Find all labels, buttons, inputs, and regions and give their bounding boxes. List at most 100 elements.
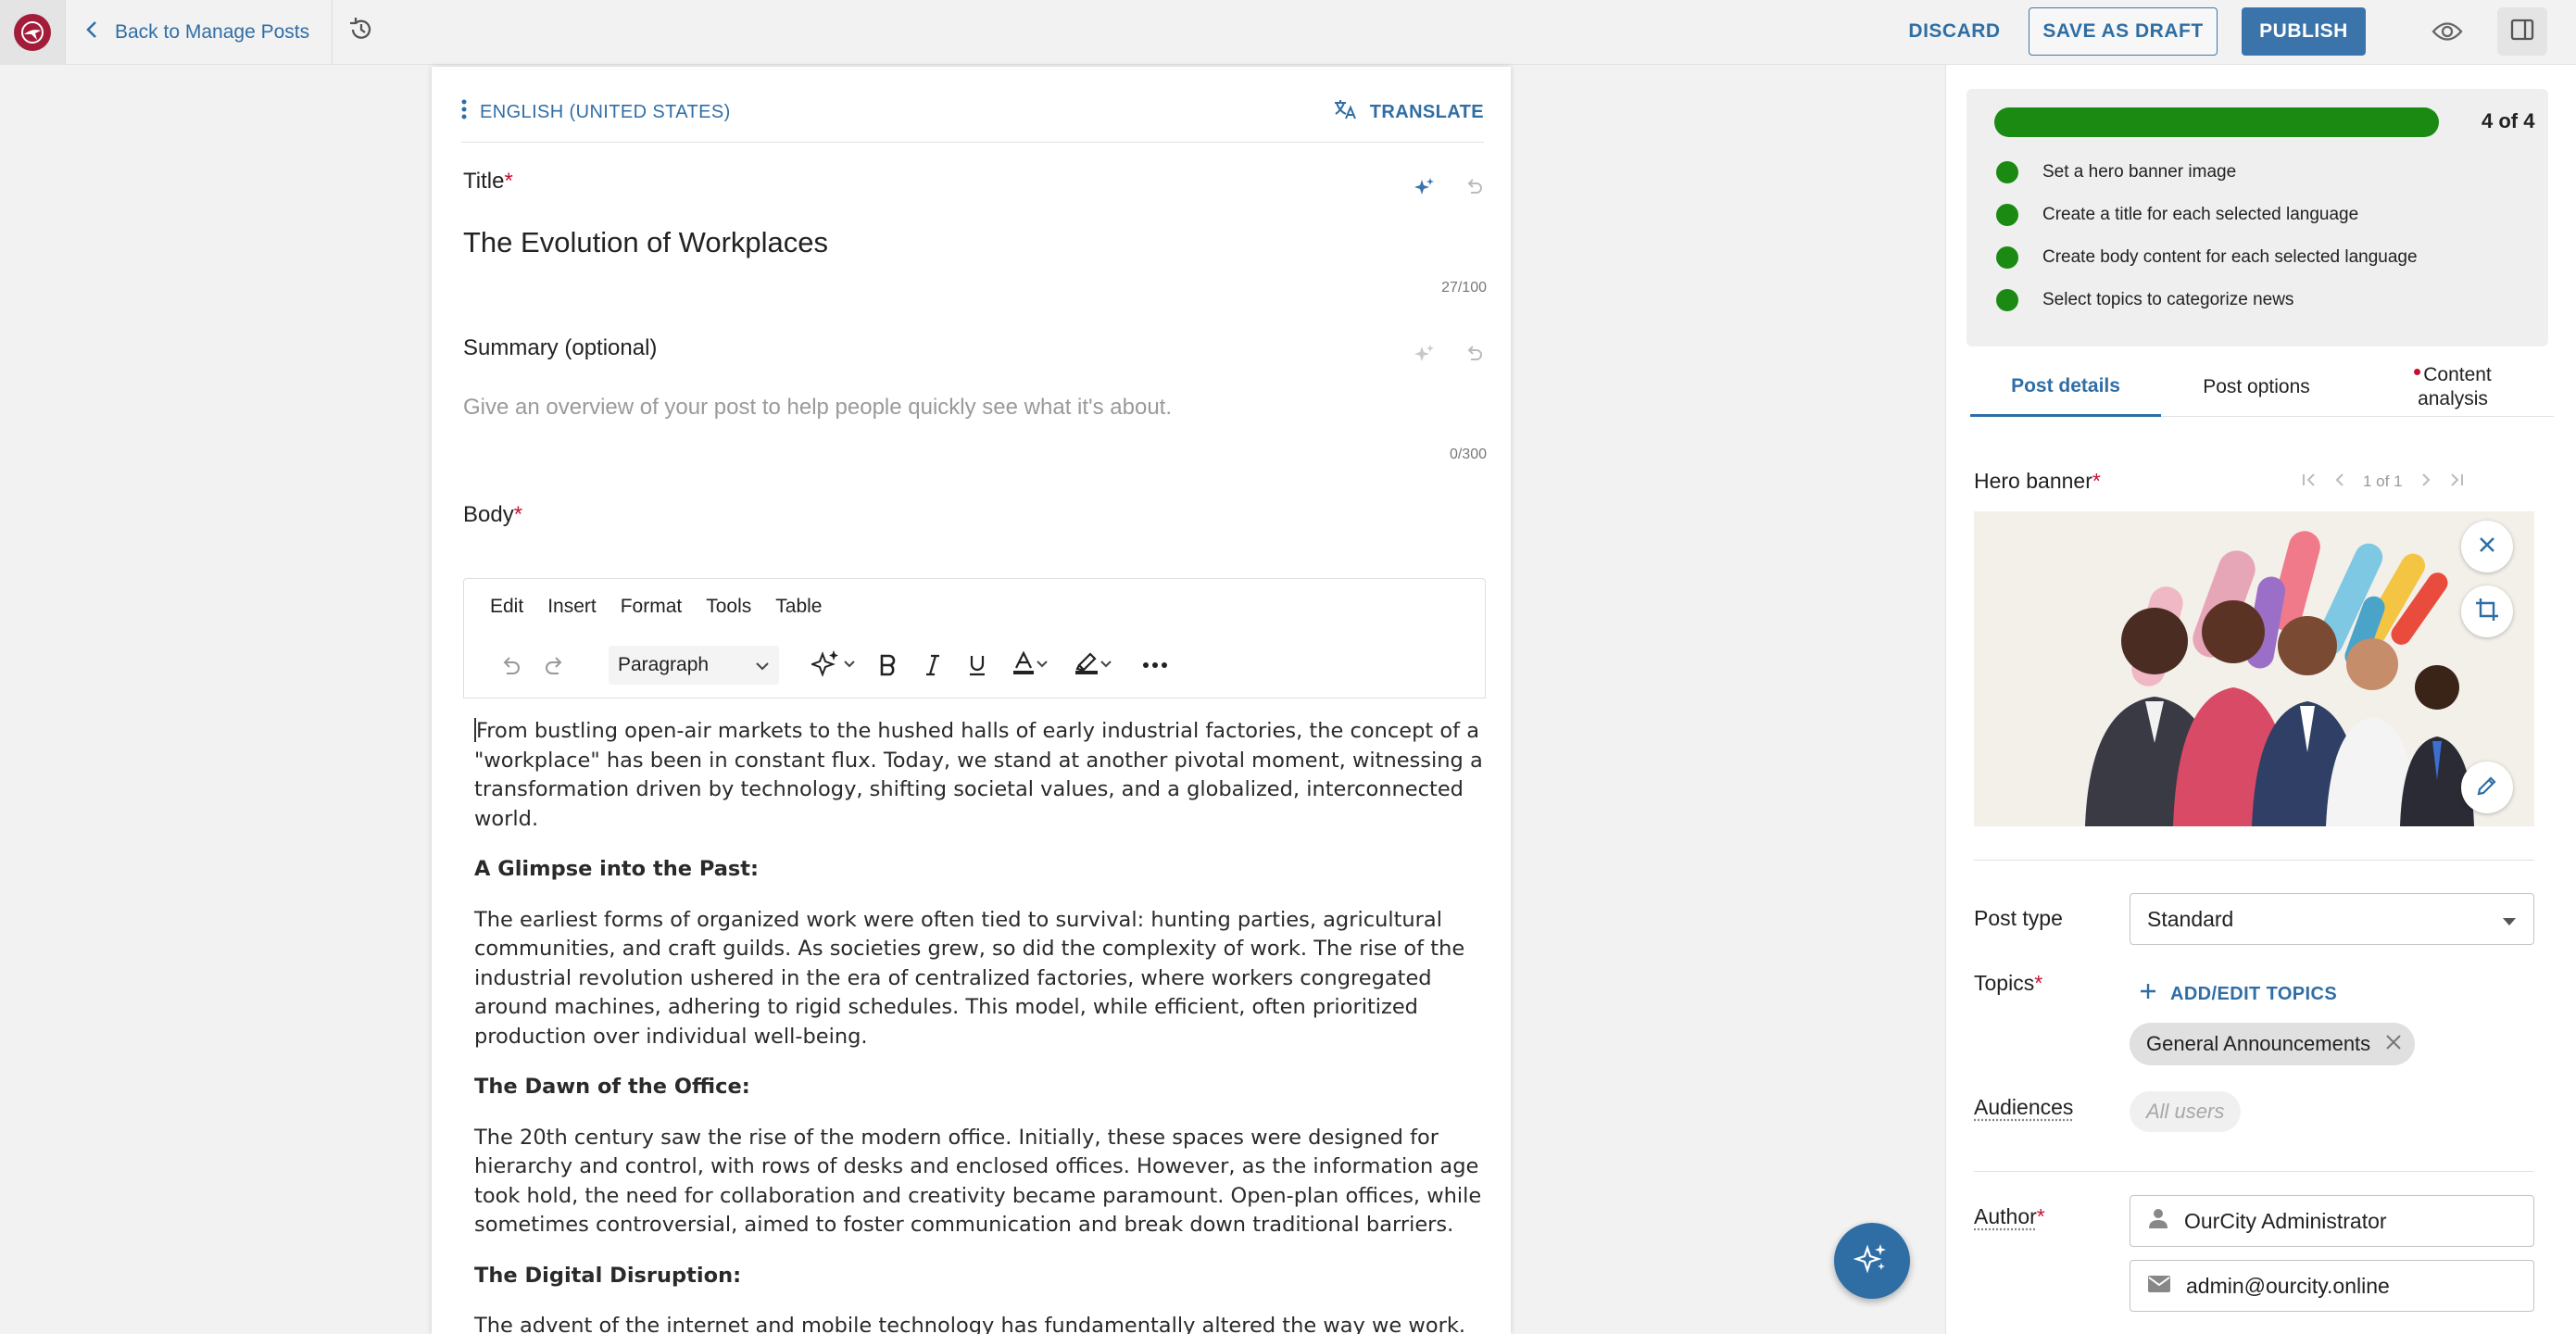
body-label-text: Body: [463, 502, 514, 527]
summary-field-actions: [1413, 343, 1485, 370]
prev-page-icon[interactable]: [2335, 472, 2344, 491]
required-mark: *: [513, 502, 523, 527]
tab-post-options[interactable]: Post options: [2161, 358, 2352, 417]
add-edit-topics-button[interactable]: ADD/EDIT TOPICS: [2139, 982, 2337, 1006]
body-paragraph: The earliest forms of organized work wer…: [474, 907, 1465, 1049]
more-horizontal-icon[interactable]: [1133, 646, 1177, 685]
summary-char-counter: 0/300: [1449, 447, 1487, 462]
highlight-color-dropdown[interactable]: [1061, 646, 1125, 685]
pager-text: 1 of 1: [2363, 472, 2403, 490]
body-paragraph: The 20th century saw the rise of the mod…: [474, 1125, 1482, 1238]
chevron-down-icon: [843, 657, 856, 673]
tab-content-analysis[interactable]: Content analysis: [2352, 358, 2554, 417]
ai-assistant-fab[interactable]: [1834, 1223, 1910, 1299]
menu-tools[interactable]: Tools: [706, 596, 751, 618]
ai-sparkle-icon[interactable]: [1413, 176, 1435, 203]
editor-card: ENGLISH (UNITED STATES) TRANSLATE Title*…: [432, 67, 1511, 1334]
required-mark: *: [2036, 1204, 2045, 1228]
author-email-value: admin@ourcity.online: [2186, 1273, 2390, 1298]
crop-icon: [2475, 598, 2499, 626]
edit-image-button[interactable]: [2461, 761, 2513, 813]
undo-icon[interactable]: [488, 646, 533, 685]
back-link-label: Back to Manage Posts: [115, 21, 310, 43]
body-label: Body*: [463, 502, 522, 528]
formatting-toolbar: Paragraph: [488, 646, 1177, 685]
tab-post-details[interactable]: Post details: [1970, 358, 2161, 417]
checklist-item: Create body content for each selected la…: [1996, 246, 2418, 269]
publish-checklist: 4 of 4 Set a hero banner image Create a …: [1967, 89, 2548, 346]
checklist-item-label: Select topics to categorize news: [2042, 290, 2294, 309]
undo-icon[interactable]: [1463, 343, 1485, 370]
close-icon[interactable]: [2385, 1032, 2402, 1056]
text-color-dropdown[interactable]: [999, 646, 1061, 685]
back-to-manage-posts-link[interactable]: Back to Manage Posts: [85, 0, 309, 65]
hero-banner-label: Hero banner*: [1974, 469, 2101, 494]
block-format-select[interactable]: Paragraph: [609, 646, 779, 685]
first-page-icon[interactable]: [2302, 472, 2317, 491]
tab-content-analysis-label: Content analysis: [2418, 364, 2492, 409]
language-selector[interactable]: ENGLISH (UNITED STATES): [461, 98, 731, 126]
panel-toggle-button[interactable]: [2497, 7, 2547, 56]
last-page-icon[interactable]: [2449, 472, 2464, 491]
menu-format[interactable]: Format: [621, 596, 683, 618]
summary-input[interactable]: Give an overview of your post to help pe…: [463, 395, 1172, 421]
panel-toggle-icon: [2510, 19, 2534, 45]
divider: [1974, 1171, 2534, 1172]
top-bar: Back to Manage Posts DISCARD SAVE AS DRA…: [0, 0, 2576, 65]
check-complete-icon: [1996, 246, 2018, 269]
post-type-select[interactable]: Standard: [2130, 893, 2534, 945]
post-type-value: Standard: [2147, 906, 2234, 931]
checklist-item-label: Create a title for each selected languag…: [2042, 205, 2359, 224]
divider: [1974, 860, 2534, 861]
checklist-item-label: Set a hero banner image: [2042, 162, 2237, 182]
crop-image-button[interactable]: [2461, 585, 2513, 637]
topics-label: Topics*: [1974, 971, 2042, 996]
required-mark: *: [504, 169, 513, 194]
title-label-text: Title: [463, 169, 505, 194]
checklist-progress-text: 4 of 4: [2482, 109, 2535, 132]
publish-button[interactable]: PUBLISH: [2242, 7, 2366, 56]
chevron-left-icon: [85, 20, 98, 44]
save-as-draft-button[interactable]: SAVE AS DRAFT: [2029, 7, 2218, 56]
author-name-field[interactable]: OurCity Administrator: [2130, 1195, 2534, 1247]
undo-icon[interactable]: [1463, 176, 1485, 203]
more-vertical-icon: [461, 98, 467, 126]
remove-image-button[interactable]: [2461, 521, 2513, 573]
language-label: ENGLISH (UNITED STATES): [480, 101, 731, 122]
checklist-progress-bar: [1994, 107, 2439, 137]
app-logo[interactable]: [0, 0, 65, 65]
divider: [332, 0, 333, 65]
add-edit-topics-label: ADD/EDIT TOPICS: [2170, 983, 2338, 1004]
eye-icon[interactable]: [2429, 15, 2466, 48]
panel-tabs: Post details Post options Content analys…: [1970, 358, 2554, 417]
author-label-text: Author: [1974, 1204, 2037, 1228]
topic-chip: General Announcements: [2130, 1023, 2416, 1065]
required-mark: *: [2034, 971, 2043, 995]
post-type-label: Post type: [1974, 906, 2063, 930]
checklist-item: Select topics to categorize news: [1996, 289, 2293, 311]
italic-icon[interactable]: [911, 646, 955, 685]
translate-button[interactable]: TRANSLATE: [1333, 98, 1484, 126]
redo-icon[interactable]: [533, 646, 577, 685]
chevron-down-icon: [1100, 657, 1112, 673]
audiences-chip[interactable]: All users: [2130, 1091, 2242, 1132]
alert-dot-icon: [2414, 369, 2421, 375]
ai-assist-dropdown[interactable]: [801, 646, 866, 685]
underline-icon[interactable]: [955, 646, 999, 685]
menu-table[interactable]: Table: [775, 596, 822, 618]
ai-sparkle-icon[interactable]: [1413, 343, 1435, 370]
author-email-field[interactable]: admin@ourcity.online: [2130, 1260, 2534, 1312]
title-input[interactable]: The Evolution of Workplaces: [463, 226, 828, 259]
body-paragraph-text: From bustling open-air markets to the hu…: [474, 719, 1483, 831]
text-color-icon: [1012, 650, 1036, 681]
body-content[interactable]: From bustling open-air markets to the hu…: [474, 717, 1484, 1334]
next-page-icon[interactable]: [2421, 472, 2431, 491]
bold-icon[interactable]: [866, 646, 911, 685]
language-row: ENGLISH (UNITED STATES) TRANSLATE: [461, 98, 1484, 143]
discard-button[interactable]: DISCARD: [1890, 7, 2019, 56]
menu-insert[interactable]: Insert: [547, 596, 597, 618]
checklist-item: Set a hero banner image: [1996, 161, 2236, 183]
menu-edit[interactable]: Edit: [490, 596, 523, 618]
audiences-label: Audiences: [1974, 1095, 2074, 1119]
history-icon[interactable]: [345, 13, 378, 46]
